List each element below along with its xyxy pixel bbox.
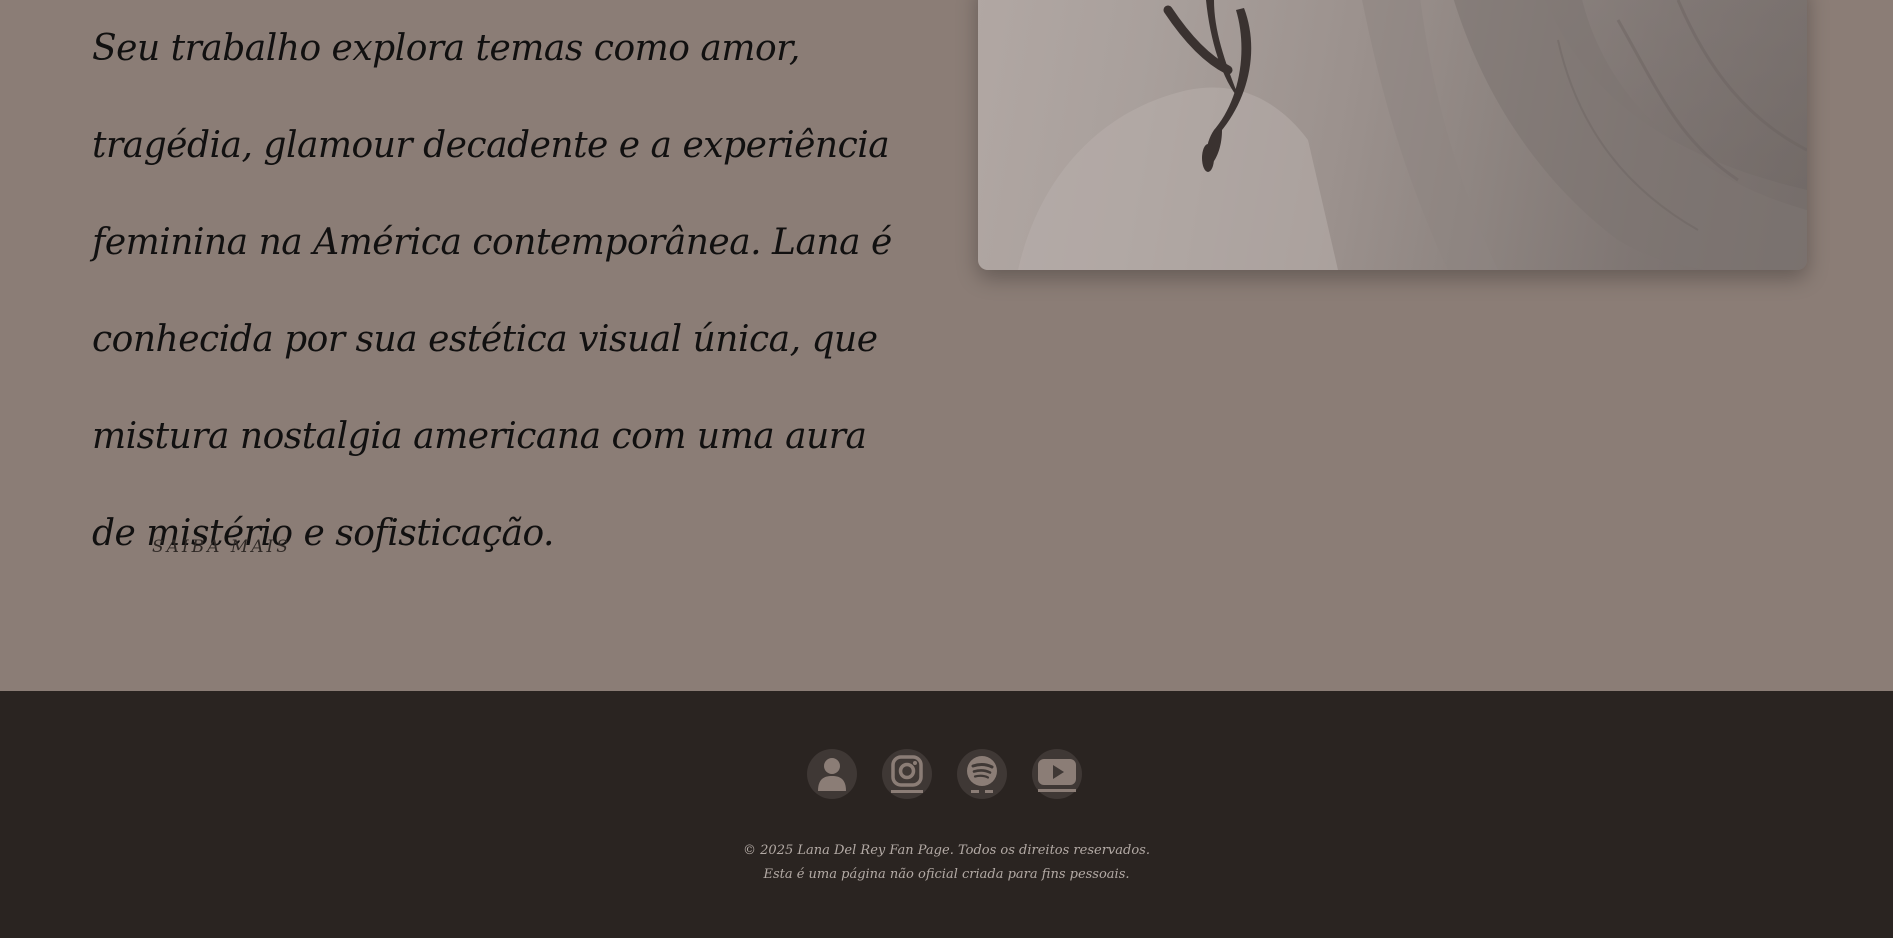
artist-photo — [978, 0, 1807, 270]
user-link[interactable] — [807, 749, 857, 799]
youtube-link[interactable] — [1032, 749, 1082, 799]
footer-text: © 2025 Lana Del Rey Fan Page. Todos os d… — [0, 839, 1893, 887]
instagram-link[interactable] — [882, 749, 932, 799]
about-paragraph: Seu trabalho explora temas como amor, tr… — [92, 28, 892, 554]
spotify-icon — [967, 756, 997, 793]
social-links — [0, 749, 1893, 799]
disclaimer-text: Esta é uma página não oficial criada par… — [763, 867, 1130, 882]
instagram-icon — [891, 755, 923, 793]
footer: © 2025 Lana Del Rey Fan Page. Todos os d… — [0, 691, 1893, 938]
copyright-text: © 2025 Lana Del Rey Fan Page. Todos os d… — [743, 843, 1150, 858]
about-section: Seu trabalho explora temas como amor, tr… — [0, 0, 1893, 691]
learn-more-button[interactable]: SAIBA MAIS — [150, 533, 293, 561]
spotify-link[interactable] — [957, 749, 1007, 799]
youtube-icon — [1038, 759, 1076, 792]
about-text: Seu trabalho explora temas como amor, tr… — [92, 0, 912, 582]
user-icon — [818, 758, 846, 791]
artist-photo-image — [1018, 0, 1807, 270]
